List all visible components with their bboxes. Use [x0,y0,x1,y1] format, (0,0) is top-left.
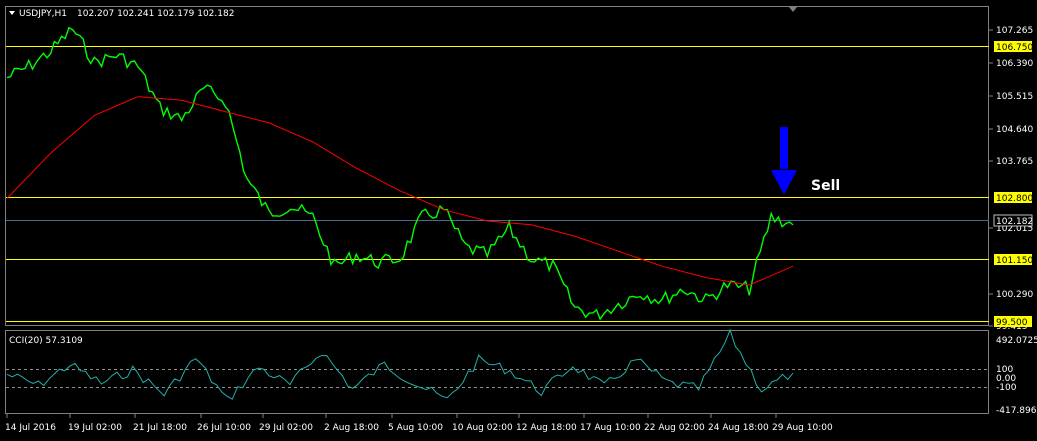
price-scale-label: 106.390 [996,59,1033,69]
time-axis-label: 29 Aug 10:00 [772,423,833,433]
time-axis-label: 21 Jul 18:00 [133,423,187,433]
time-axis-label: 5 Aug 10:00 [388,423,443,433]
time-axis-label: 12 Aug 18:00 [516,423,577,433]
sell-label: Sell [811,178,840,194]
time-axis-label: 29 Jul 02:00 [259,423,313,433]
price-scale-label: 103.765 [996,157,1033,167]
ohlc-readout: 102.207 102.241 102.179 102.182 [77,9,234,19]
time-axis-label: 26 Jul 10:00 [197,423,251,433]
cci-scale-label: -100 [996,383,1017,393]
symbol-label: USDJPY,H1 [19,9,67,19]
time-axis-label: 17 Aug 10:00 [580,423,641,433]
level-tag-label: 99.500 [996,318,1028,328]
level-tag-label: 102.800 [996,194,1033,204]
price-scale-label: 107.265 [996,26,1033,36]
price-scale-label: 104.640 [996,125,1033,135]
time-axis-label: 24 Aug 18:00 [708,423,769,433]
cci-scale-label: 492.0725 [996,336,1037,346]
cci-header: CCI(20) 57.3109 [9,336,83,346]
cci-scale-label: -417.8967 [996,406,1037,416]
current-price-label: 102.182 [996,217,1033,227]
time-axis-label: 2 Aug 18:00 [324,423,379,433]
level-tag-label: 106.750 [996,43,1033,53]
time-axis-label: 14 Jul 2016 [5,423,56,433]
price-scale-label: 100.290 [996,290,1033,300]
time-axis-label: 19 Jul 02:00 [68,423,122,433]
time-axis-label: 22 Aug 02:00 [644,423,705,433]
time-axis-label: 10 Aug 02:00 [452,423,513,433]
level-tag-label: 101.150 [996,256,1033,266]
trading-chart[interactable]: USDJPY,H1 102.207 102.241 102.179 102.18… [0,0,1037,441]
price-scale-label: 105.515 [996,92,1033,102]
